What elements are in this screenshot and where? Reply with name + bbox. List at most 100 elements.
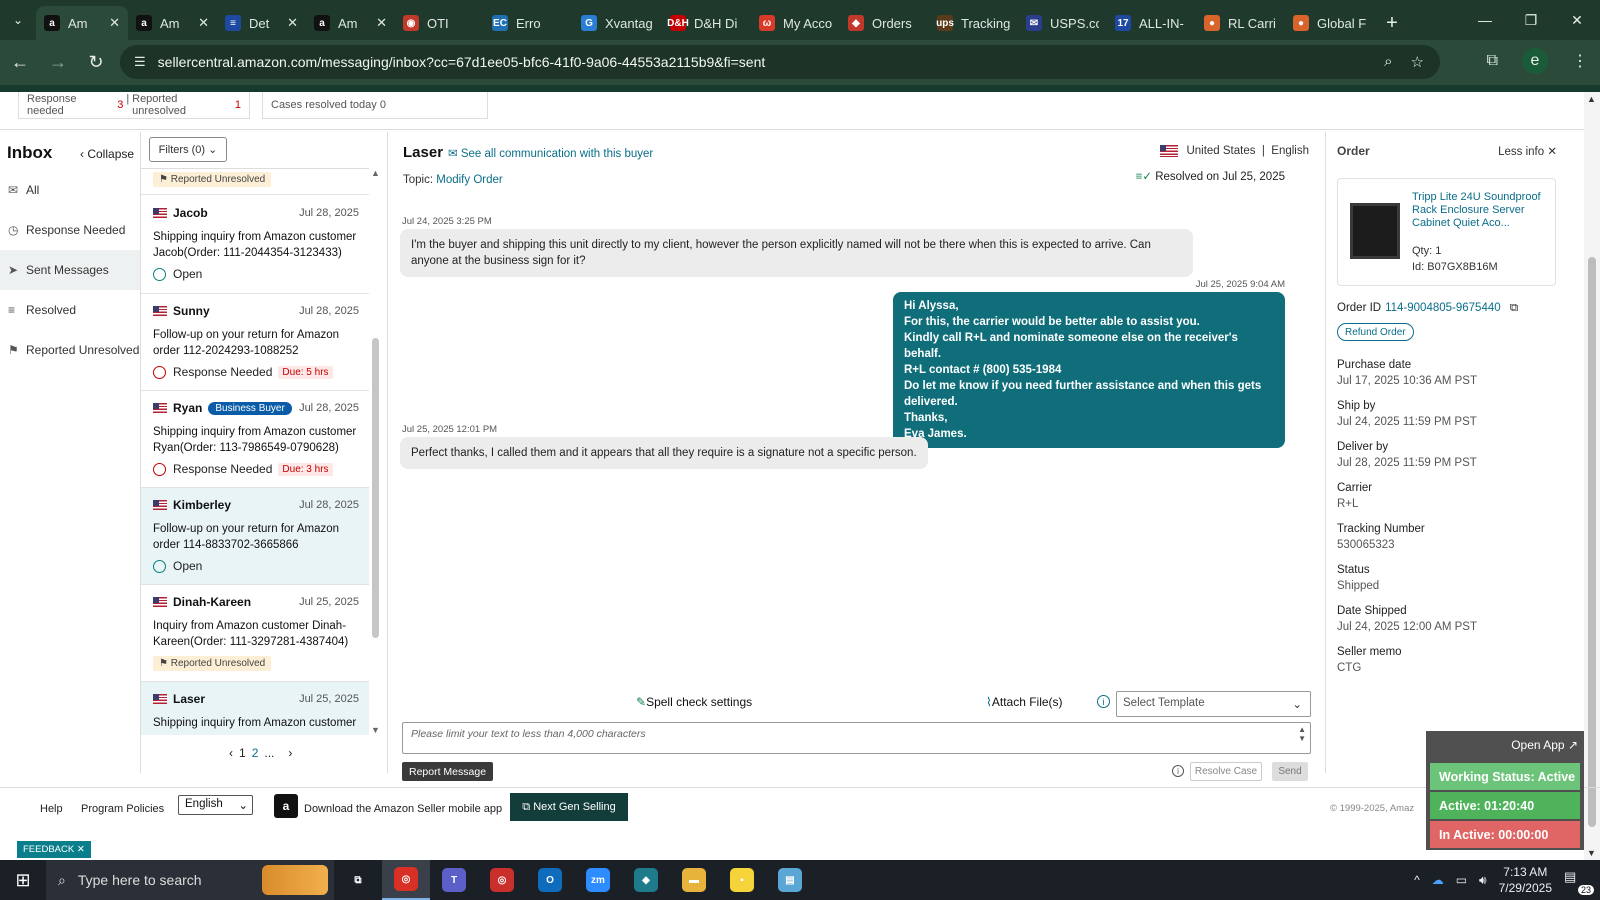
sticky-notes-icon[interactable]: ▪ [718, 860, 766, 900]
volume-icon[interactable]: 🔊︎ [1479, 873, 1487, 888]
browser-tab[interactable]: ✉ USPS.co [1018, 6, 1107, 40]
attach-files-link[interactable]: ⌇Attach File(s) [986, 695, 1063, 709]
list-item[interactable]: Kimberley Jul 28, 2025 Follow-up on your… [141, 488, 369, 585]
refund-order-button[interactable]: Refund Order [1337, 323, 1414, 341]
notepad-icon[interactable]: ▤ [766, 860, 814, 900]
browser-tab[interactable]: ● Global F [1285, 6, 1374, 40]
zoom-icon[interactable]: ⌕ [1384, 53, 1392, 71]
page-scrollbar[interactable]: ▲ ▼ [1584, 92, 1600, 860]
outlook-icon[interactable]: O [526, 860, 574, 900]
mobile-app-link[interactable]: Download the Amazon Seller mobile app [304, 803, 502, 815]
tab-close-icon[interactable]: ✕ [109, 15, 120, 31]
browser-tab[interactable]: ◉ OTI [395, 6, 484, 40]
next-gen-selling-button[interactable]: ⧉ Next Gen Selling [510, 793, 628, 821]
network-icon[interactable]: ▭ [1456, 873, 1467, 887]
scroll-down-icon[interactable]: ▼ [371, 725, 380, 735]
info-icon[interactable]: i [1172, 765, 1184, 777]
scroll-down-icon[interactable]: ▼ [1587, 848, 1596, 858]
spell-check-settings-link[interactable]: ✎Spell check settings [636, 695, 752, 709]
topic-value[interactable]: Modify Order [436, 174, 502, 186]
stepper-icon[interactable]: ▲ ▼ [1298, 725, 1306, 743]
info-icon[interactable]: i [1097, 695, 1110, 708]
new-tab-button[interactable]: + [1374, 6, 1410, 40]
tab-close-icon[interactable]: ✕ [376, 15, 387, 31]
extensions-icon[interactable]: ⧉ [1487, 52, 1498, 70]
see-all-communication-link[interactable]: ✉ See all communication with this buyer [448, 146, 653, 160]
close-window-icon[interactable]: ✕ [1554, 0, 1600, 40]
next-page-icon[interactable]: › [288, 746, 292, 760]
windows-start-icon[interactable]: ⊞ [0, 860, 46, 900]
task-view-icon[interactable]: ⧉ [334, 860, 382, 900]
page-scrollbar-thumb[interactable] [1588, 257, 1596, 827]
tab-search-icon[interactable]: ⌄ [0, 0, 36, 40]
send-button[interactable]: Send [1272, 762, 1308, 781]
scroll-up-icon[interactable]: ▲ [1587, 94, 1596, 104]
browser-tab[interactable]: ● RL Carri [1196, 6, 1285, 40]
browser-tab[interactable]: ups Tracking [929, 6, 1018, 40]
browser-tab[interactable]: ≡ Det ✕ [217, 6, 306, 40]
message-input[interactable]: Please limit your text to less than 4,00… [402, 722, 1311, 754]
list-item[interactable]: Jacob Jul 28, 2025 Shipping inquiry from… [141, 196, 369, 294]
browser-tab[interactable]: 17 ALL-IN- [1107, 6, 1196, 40]
page-2[interactable]: 2 [252, 746, 259, 760]
browser-tab[interactable]: G Xvantag [573, 6, 662, 40]
reload-icon[interactable]: ↻ [78, 45, 114, 81]
bookmark-star-icon[interactable]: ☆ [1411, 53, 1424, 71]
page-1[interactable]: 1 [239, 746, 246, 760]
order-id-link[interactable]: 114-9004805-9675440 [1385, 302, 1501, 314]
restore-icon[interactable]: ❐ [1508, 0, 1554, 40]
file-explorer-icon[interactable]: ▬ [670, 860, 718, 900]
nav-item-sent-messages[interactable]: ➤ Sent Messages [0, 250, 140, 290]
scroll-up-icon[interactable]: ▲ [371, 168, 380, 178]
nav-item-resolved[interactable]: ≡ Resolved [0, 290, 140, 330]
product-image[interactable] [1350, 203, 1400, 259]
filters-button[interactable]: Filters (0) ⌄ [149, 137, 227, 162]
chevron-up-icon[interactable]: ^ [1414, 873, 1420, 887]
onedrive-icon[interactable]: ☁ [1432, 873, 1444, 887]
feedback-button[interactable]: FEEDBACK ✕ [17, 841, 91, 858]
copy-icon[interactable]: ⧉ [1510, 302, 1518, 314]
amazon-app-icon[interactable]: a [274, 794, 298, 818]
resolve-case-button[interactable]: Resolve Case [1190, 762, 1262, 781]
list-scrollbar-thumb[interactable] [372, 338, 379, 638]
collapse-button[interactable]: ‹ Collapse [80, 147, 134, 161]
app-diamond-icon[interactable]: ◆ [622, 860, 670, 900]
teams-icon[interactable]: T [430, 860, 478, 900]
browser-tab[interactable]: ◆ Orders [840, 6, 929, 40]
language-select[interactable]: English ⌄ [178, 795, 253, 815]
tab-close-icon[interactable]: ✕ [198, 15, 209, 31]
template-select[interactable]: Select Template ⌄ [1116, 691, 1311, 717]
browser-tab[interactable]: ω My Acco [751, 6, 840, 40]
list-item[interactable]: Ryan Business Buyer Jul 28, 2025 Shipping… [141, 391, 369, 488]
notifications-icon[interactable]: ▤ 23 [1564, 869, 1594, 895]
chrome-icon[interactable]: ◎ [382, 860, 430, 900]
taskbar-search[interactable]: ⌕ Type here to search [46, 860, 334, 900]
list-item[interactable]: Sunny Jul 28, 2025 Follow-up on your ret… [141, 294, 369, 391]
program-policies-link[interactable]: Program Policies [81, 803, 164, 815]
browser-tab[interactable]: EC Erro [484, 6, 573, 40]
browser-tab[interactable]: a Am ✕ [306, 6, 395, 40]
minimize-icon[interactable]: — [1462, 0, 1508, 40]
profile-avatar[interactable]: e [1522, 48, 1548, 74]
browser-menu-icon[interactable]: ⋮ [1572, 51, 1588, 71]
list-item[interactable]: Laser Jul 25, 2025 Shipping inquiry from… [141, 682, 369, 735]
browser-tab[interactable]: D&H D&H Di [662, 6, 751, 40]
less-info-button[interactable]: Less info ✕ [1498, 144, 1557, 158]
taskbar-clock[interactable]: 7:13 AM 7/29/2025 [1499, 864, 1552, 896]
prev-page-icon[interactable]: ‹ [229, 746, 233, 760]
site-info-icon[interactable]: ☰ [134, 54, 146, 70]
report-message-button[interactable]: Report Message [402, 762, 494, 781]
product-title-link[interactable]: Tripp Lite 24U Soundproof Rack Enclosure… [1412, 191, 1552, 230]
nav-item-all[interactable]: ✉ All [0, 170, 140, 210]
forward-icon[interactable]: → [40, 45, 76, 81]
back-icon[interactable]: ← [2, 45, 38, 81]
conversation-scroll-area[interactable]: ⚑ Reported Unresolved Jacob Jul 28, 2025… [141, 168, 369, 735]
help-link[interactable]: Help [40, 803, 63, 815]
nav-item-reported-unresolved[interactable]: ⚑ Reported Unresolved [0, 330, 140, 370]
tab-close-icon[interactable]: ✕ [287, 15, 298, 31]
browser-tab[interactable]: a Am ✕ [128, 6, 217, 40]
list-scrollbar[interactable]: ▲ ▼ [369, 168, 383, 735]
url-bar[interactable]: ☰ sellercentral.amazon.com/messaging/inb… [120, 45, 1440, 79]
nav-item-response-needed[interactable]: ◷ Response Needed [0, 210, 140, 250]
list-item[interactable]: ⚑ Reported Unresolved [141, 169, 369, 195]
